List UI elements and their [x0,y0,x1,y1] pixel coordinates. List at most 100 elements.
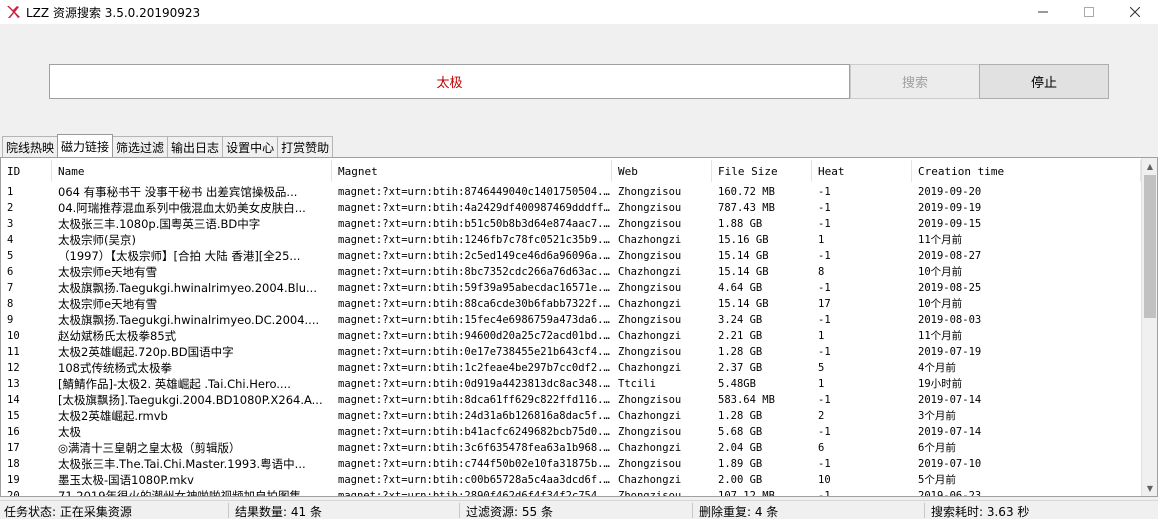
cell-file-size: 1.89 GB [718,458,763,470]
table-row[interactable]: 3 太极张三丰.1080p.国粤英三语.BD中字 magnet:?xt=urn:bt… [1,216,1141,232]
cell-creation-time: 10个月前 [918,298,963,310]
cell-creation-time: 11个月前 [918,234,963,246]
cell-file-size: 15.14 GB [718,298,769,310]
cell-magnet: magnet:?xt=urn:btih:88ca6cde30b6fabb7322… [338,298,612,310]
cell-magnet: magnet:?xt=urn:btih:2c5ed149ce46d6a96096… [338,250,612,262]
cell-creation-time: 2019-07-10 [918,458,982,470]
maximize-button[interactable] [1066,0,1112,24]
cell-name: 064 有事秘书干 没事干秘书 出差宾馆操极品... [58,185,298,199]
cell-file-size: 2.21 GB [718,330,763,342]
table-row[interactable]: 13 [鯖鯖作品]-太极2. 英雄崛起 .Tai.Chi.Hero.... magn… [1,376,1141,392]
cell-name: 赵幼斌杨氏太极拳85式 [58,329,177,343]
cell-web: Zhongzisou [618,202,682,214]
search-input[interactable]: 太极 [49,64,850,99]
table-row[interactable]: 19 墨玉太极-国语1080P.mkv magnet:?xt=urn:btih:c0… [1,472,1141,488]
maximize-icon [1084,7,1094,17]
column-header-creation-time[interactable]: Creation time [912,160,1141,182]
cell-magnet: magnet:?xt=urn:btih:1246fb7c78fc0521c35b… [338,234,612,246]
cell-magnet: magnet:?xt=urn:btih:0e17e738455e21b643cf… [338,346,612,358]
cell-heat: 6 [818,442,825,454]
minimize-icon [1038,11,1048,13]
cell-web: Zhongzisou [618,282,682,294]
tab-filter[interactable]: 筛选过滤 [112,136,169,157]
close-icon [1130,7,1140,17]
column-header-file-size[interactable]: File Size [712,160,812,182]
cell-id: 1 [7,186,14,198]
cell-file-size: 787.43 MB [718,202,775,214]
cell-file-size: 107.12 MB [718,490,775,497]
cell-name: 太极旗飘扬.Taegukgi.hwinalrimyeo.DC.2004.... [58,313,320,327]
table-row[interactable]: 10 赵幼斌杨氏太极拳85式 magnet:?xt=urn:btih:94600d2… [1,328,1141,344]
cell-magnet: magnet:?xt=urn:btih:15fec4e6986759a473da… [338,314,612,326]
scroll-down-arrow-icon[interactable]: ▼ [1142,480,1157,496]
table-row[interactable]: 8 太极宗师e天地有雪 magnet:?xt=urn:btih:88ca6cde30… [1,296,1141,312]
tab-output-log[interactable]: 输出日志 [167,136,224,157]
minimize-button[interactable] [1020,0,1066,24]
status-separator [924,503,925,518]
column-header-heat[interactable]: Heat [812,160,912,182]
table-row[interactable]: 15 太极2英雄崛起.rmvb magnet:?xt=urn:btih:24d31a… [1,408,1141,424]
cell-name: 太极2英雄崛起.rmvb [58,409,168,423]
table-row[interactable]: 9 太极旗飘扬.Taegukgi.hwinalrimyeo.DC.2004....… [1,312,1141,328]
table-row[interactable]: 6 太极宗师e天地有雪 magnet:?xt=urn:btih:8bc7352cdc… [1,264,1141,280]
table-row[interactable]: 2 04.阿瑞推荐混血系列中俄混血太奶美女皮肤白... magnet:?xt=urn… [1,200,1141,216]
cell-web: Zhongzisou [618,250,682,262]
status-separator [459,503,460,518]
table-row[interactable]: 18 太极张三丰.The.Tai.Chi.Master.1993.粤语中... ma… [1,456,1141,472]
table-row[interactable]: 16 太极 magnet:?xt=urn:btih:b41acfc6249682bc… [1,424,1141,440]
cell-id: 13 [7,378,20,390]
table-row[interactable]: 20 71.2019年很火的潮州女神啪啪视频加自拍图集... magnet:?xt=… [1,488,1141,497]
cell-web: Zhongzisou [618,346,682,358]
cell-file-size: 5.48GB [718,378,756,390]
tab-donate[interactable]: 打赏赞助 [277,136,334,157]
table-row[interactable]: 11 太极2英雄崛起.720p.BD国语中字 magnet:?xt=urn:btih… [1,344,1141,360]
cell-name: （1997）【太极宗师】[合拍 大陆 香港][全25... [58,249,301,263]
cell-magnet: magnet:?xt=urn:btih:4a2429df400987469ddd… [338,202,612,214]
title-bar: LZZ 资源搜索 3.5.0.20190923 [0,0,1158,24]
cell-file-size: 1.28 GB [718,346,763,358]
cell-creation-time: 3个月前 [918,410,956,422]
cell-name: ◎满清十三皇朝之皇太极（剪辑版） [58,441,241,455]
tab-cinema[interactable]: 院线热映 [2,136,59,157]
cell-magnet: magnet:?xt=urn:btih:b51c50b8b3d64e874aac… [338,218,612,230]
column-header-web[interactable]: Web [612,160,712,182]
cell-file-size: 2.00 GB [718,474,763,486]
cell-web: Zhongzisou [618,218,682,230]
cell-heat: -1 [818,282,831,294]
cell-heat: -1 [818,218,831,230]
search-button[interactable]: 搜索 [850,64,980,99]
cell-magnet: magnet:?xt=urn:btih:0d919a4423813dc8ac34… [338,378,612,390]
cell-web: Chazhongzi [618,410,682,422]
table-row[interactable]: 17 ◎满清十三皇朝之皇太极（剪辑版） magnet:?xt=urn:btih:3c… [1,440,1141,456]
scroll-up-arrow-icon[interactable]: ▲ [1142,158,1157,174]
table-header: ID Name Magnet Web File Size Heat Creati… [1,160,1141,182]
cell-name: 太极张三丰.The.Tai.Chi.Master.1993.粤语中... [58,457,306,471]
cell-magnet: magnet:?xt=urn:btih:c744f50b02e10fa31875… [338,458,612,470]
table-row[interactable]: 5 （1997）【太极宗师】[合拍 大陆 香港][全25... magnet:?xt… [1,248,1141,264]
status-task: 任务状态: 正在采集资源 [4,505,132,519]
cell-heat: -1 [818,202,831,214]
close-button[interactable] [1112,0,1158,24]
table-row[interactable]: 12 108式传统杨式太极拳 magnet:?xt=urn:btih:1c2feae… [1,360,1141,376]
cell-heat: 5 [818,362,825,374]
column-header-id[interactable]: ID [1,160,52,182]
cell-file-size: 5.68 GB [718,426,763,438]
table-row[interactable]: 4 太极宗师(吴京) magnet:?xt=urn:btih:1246fb7c78f… [1,232,1141,248]
column-header-magnet[interactable]: Magnet [332,160,612,182]
scrollbar-thumb[interactable] [1144,175,1156,318]
cell-id: 6 [7,266,14,278]
cell-creation-time: 19小时前 [918,378,963,390]
table-row[interactable]: 7 太极旗飘扬.Taegukgi.hwinalrimyeo.2004.Blu...… [1,280,1141,296]
table-row[interactable]: 1 064 有事秘书干 没事干秘书 出差宾馆操极品... magnet:?xt=ur… [1,184,1141,200]
column-header-name[interactable]: Name [52,160,332,182]
cell-magnet: magnet:?xt=urn:btih:94600d20a25c72acd01b… [338,330,612,342]
table-row[interactable]: 14 [太极旗飘扬].Taegukgi.2004.BD1080P.X264.A..… [1,392,1141,408]
vertical-scrollbar[interactable]: ▲ ▼ [1141,158,1157,496]
cell-id: 15 [7,410,20,422]
tab-settings[interactable]: 设置中心 [222,136,279,157]
tab-magnet-links[interactable]: 磁力链接 [57,134,114,157]
stop-button[interactable]: 停止 [979,64,1109,99]
cell-id: 20 [7,490,20,497]
cell-web: Zhongzisou [618,426,682,438]
cell-creation-time: 2019-07-14 [918,394,982,406]
